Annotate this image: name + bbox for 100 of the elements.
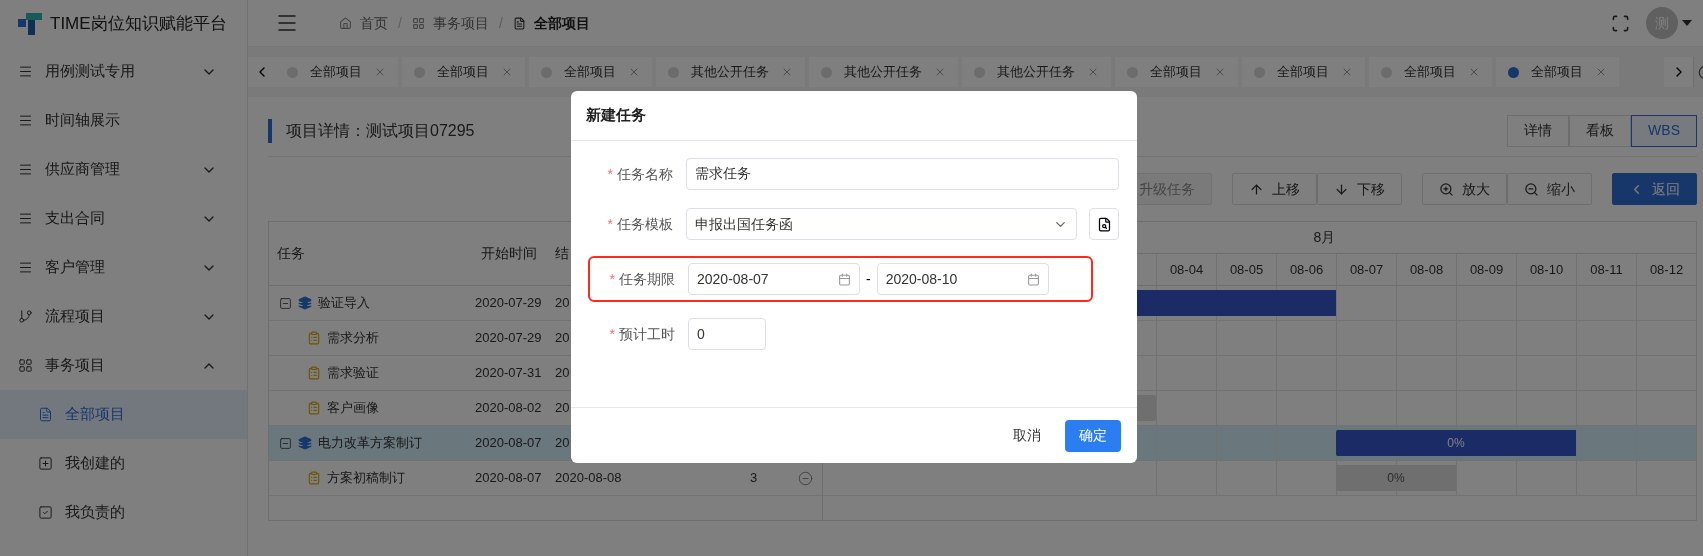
menu-item[interactable]: 客户管理 (0, 243, 247, 292)
tab[interactable]: 全部项目 (275, 57, 398, 87)
breadcrumb-separator: / (498, 13, 503, 33)
plus-square-icon (38, 456, 53, 471)
zoom-out-icon (1524, 181, 1539, 197)
grid-icon (411, 16, 425, 30)
menu-item[interactable]: 用例测试专用 (0, 47, 247, 96)
confirm-button[interactable]: 确定 (1065, 419, 1121, 452)
zoom-in-icon (1439, 181, 1454, 197)
table-cell: 2020-08-08 (555, 470, 622, 486)
date-label: 08-07 (1336, 254, 1396, 285)
menu-item[interactable]: 事务项目 (0, 341, 247, 390)
remove-icon[interactable] (798, 470, 813, 486)
toolbar-button[interactable]: 缩小 (1507, 173, 1592, 205)
date-label: 08-11 (1576, 254, 1636, 285)
date-label: 08-08 (1396, 254, 1456, 285)
close-icon[interactable] (1087, 66, 1099, 78)
date-field[interactable]: 2020-08-07 (688, 263, 860, 295)
table-cell-text: 2020-08-07 (475, 434, 543, 453)
menu-icon (18, 211, 33, 226)
tab[interactable]: 全部项目 (1242, 57, 1365, 87)
menu-icon (18, 113, 33, 128)
input-field[interactable]: 需求任务 (686, 158, 1119, 190)
close-icon[interactable] (1595, 66, 1607, 78)
collapse-icon[interactable] (279, 436, 292, 450)
tab[interactable]: 其他公开任务 (962, 57, 1111, 87)
date-label: 08-10 (1516, 254, 1576, 285)
app-title: TIME岗位知识赋能平台 (50, 12, 227, 35)
menu-item[interactable]: 流程项目 (0, 292, 247, 341)
tab[interactable]: 全部项目 (1115, 57, 1238, 87)
view-tab[interactable]: WBS (1631, 114, 1697, 147)
toolbar-button[interactable]: 返回 (1612, 173, 1697, 205)
preview-button[interactable] (1089, 208, 1119, 240)
tab[interactable]: 全部项目 (1496, 57, 1619, 87)
field-label: 任务期限 (619, 269, 675, 289)
menu-icon (18, 260, 33, 275)
list-icon (38, 407, 53, 422)
logo-icon (18, 12, 42, 35)
required-mark: * (607, 214, 613, 234)
input-field[interactable]: 0 (688, 318, 766, 350)
breadcrumb-link[interactable]: 事务项目 (432, 12, 489, 34)
menu-item[interactable]: 时间轴展示 (0, 96, 247, 145)
view-tab[interactable]: 详情 (1507, 114, 1570, 147)
menu-item[interactable]: 供应商管理 (0, 145, 247, 194)
grid-icon (18, 358, 33, 373)
clipboard-icon (307, 401, 321, 415)
toolbar-button[interactable]: 放大 (1422, 173, 1507, 205)
tab[interactable]: 全部项目 (1369, 57, 1492, 87)
tab[interactable]: 全部项目 (529, 57, 652, 87)
page-title: 项目详情：测试项目07295 (286, 120, 475, 141)
required-mark: * (607, 164, 613, 184)
submenu-item[interactable]: 我负责的 (0, 488, 247, 537)
close-icon[interactable] (1468, 66, 1480, 78)
caret-icon[interactable] (1682, 20, 1692, 26)
task-name: 客户画像 (327, 399, 379, 418)
date-label: 08-05 (1216, 254, 1276, 285)
close-icon[interactable] (934, 66, 946, 78)
date-label: 08-12 (1636, 254, 1696, 285)
fullscreen-icon[interactable] (1611, 13, 1630, 33)
toolbar-button[interactable]: 上移 (1232, 173, 1317, 205)
breadcrumb-link[interactable]: 全部项目 (533, 12, 590, 34)
required-mark: * (609, 324, 615, 344)
table-cell: 20 (555, 330, 570, 346)
close-icon[interactable] (501, 66, 513, 78)
close-icon[interactable] (628, 66, 640, 78)
date-label: 08-04 (1156, 254, 1216, 285)
tab[interactable]: 全部项目 (402, 57, 525, 87)
table-cell: 20 (555, 400, 570, 416)
accent-bar (268, 118, 272, 143)
field-label: 预计工时 (619, 324, 675, 344)
toolbar-button[interactable]: 下移 (1317, 173, 1402, 205)
breadcrumb-link[interactable]: 首页 (360, 12, 388, 34)
clipboard-icon (307, 471, 321, 485)
column-header: 任务 (276, 244, 306, 263)
scroll-right-button[interactable] (1664, 57, 1694, 87)
submenu-item[interactable]: 全部项目 (0, 390, 247, 439)
field-label: 任务名称 (617, 164, 673, 184)
close-icon[interactable] (1341, 66, 1353, 78)
tab[interactable]: 其他公开任务 (656, 57, 805, 87)
table-cell-text: 2020-07-29 (475, 329, 543, 348)
scroll-left-button[interactable] (248, 57, 275, 87)
field-label: 任务模板 (617, 214, 673, 234)
view-tab[interactable]: 看板 (1569, 114, 1632, 147)
submenu-item[interactable]: 我创建的 (0, 439, 247, 488)
tab[interactable]: 其他公开任务 (809, 57, 958, 87)
menu-item[interactable]: 支出合同 (0, 194, 247, 243)
select-field[interactable]: 申报出国任务函 (686, 208, 1077, 240)
close-icon[interactable] (374, 66, 386, 78)
table-cell-text: 3 (748, 469, 759, 488)
branch-icon (18, 309, 33, 324)
menu-icon (18, 162, 33, 177)
collapse-icon[interactable] (279, 296, 292, 310)
layers-icon (298, 436, 312, 450)
menu-icon (18, 64, 33, 79)
date-field[interactable]: 2020-08-10 (876, 263, 1049, 295)
close-icon[interactable] (781, 66, 793, 78)
home-icon (339, 16, 352, 30)
task-name: 验证导入 (318, 294, 370, 313)
task-name: 方案初稿制订 (327, 469, 405, 488)
close-icon[interactable] (1214, 66, 1226, 78)
